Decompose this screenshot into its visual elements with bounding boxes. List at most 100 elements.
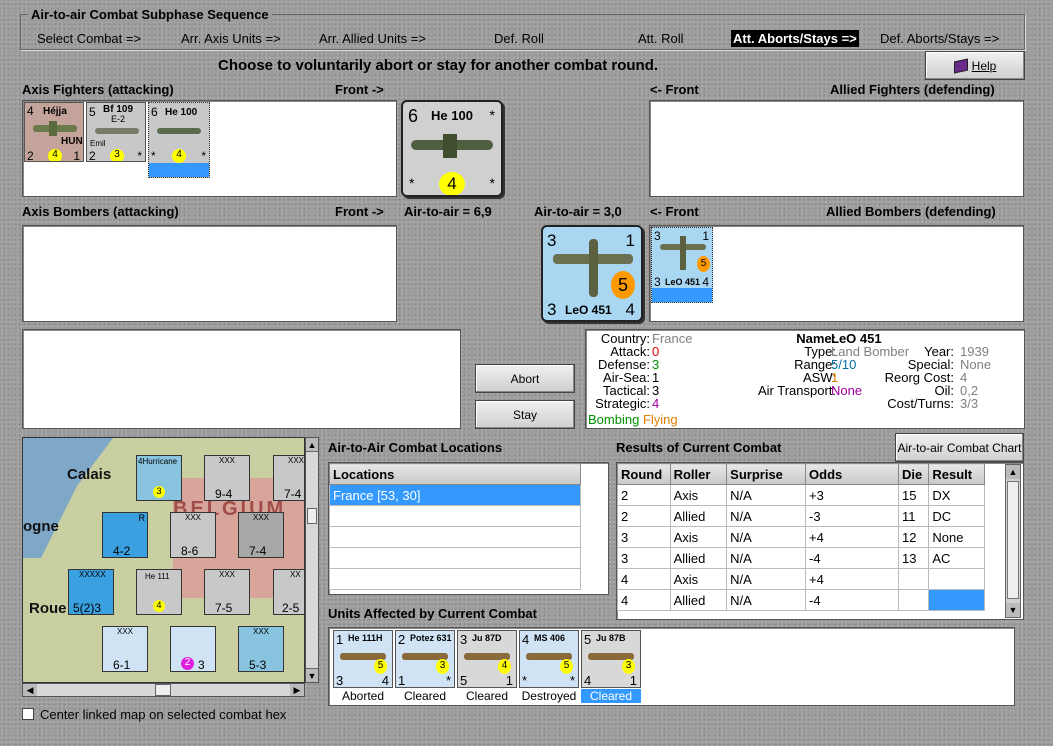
scroll-up-icon[interactable]: ▲: [1006, 465, 1020, 479]
map-unit-top: XXX: [219, 456, 236, 465]
map-unit-10[interactable]: XXX 6-1: [102, 626, 148, 672]
map-label-roue: Roue: [29, 600, 67, 617]
table-row[interactable]: 4 Axis N/A +4: [617, 568, 985, 590]
stay-button[interactable]: Stay: [475, 400, 575, 429]
air-combat-chart-button[interactable]: Air-to-air Combat Chart: [895, 433, 1024, 462]
map-unit-4[interactable]: XXX 8-6: [170, 512, 216, 558]
affected-unit-card[interactable]: 3 Ju 87D 4 5 1 Cleared: [457, 630, 517, 704]
affected-unit-card[interactable]: 4 MS 406 5 * * Destroyed: [519, 630, 579, 704]
locations-list[interactable]: Locations France [53, 30]: [328, 462, 609, 595]
map-hscrollbar[interactable]: ◀ ▶: [22, 683, 305, 697]
table-row[interactable]: 3 Axis N/A +4 12 None: [617, 526, 985, 548]
scroll-thumb[interactable]: [307, 508, 317, 524]
axis-fighters-panel[interactable]: 4 Héjja HUN 2 1 4 5 Bf 109 E-2 Emil 2 * …: [22, 100, 397, 197]
unit-circle: 4: [498, 659, 511, 674]
unit-br: 4: [625, 300, 635, 319]
map-unit-9[interactable]: XX 2-5: [273, 569, 304, 615]
table-row[interactable]: 3 Allied N/A -4 13 AC: [617, 547, 985, 569]
affected-units-panel[interactable]: 1 He 111H 5 3 4 Aborted 2 Potez 631 3 1 * Cleared 3 J…: [328, 627, 1015, 706]
map-unit-6[interactable]: XXXXX 5(2)3: [68, 569, 114, 615]
scroll-up-icon[interactable]: ▲: [306, 438, 318, 452]
location-row[interactable]: [329, 526, 581, 548]
affected-unit-card[interactable]: 1 He 111H 5 3 4 Aborted: [333, 630, 393, 704]
axis-bombers-label: Axis Bombers (attacking): [22, 204, 179, 219]
cell-result: DX: [928, 484, 985, 506]
map-unit-value: 8-6: [181, 544, 199, 558]
help-button[interactable]: Help: [925, 51, 1025, 80]
map-unit-11[interactable]: 2 3: [170, 626, 216, 672]
location-row[interactable]: [329, 505, 581, 527]
cell-result: [928, 589, 985, 611]
fuselage-icon: [680, 236, 686, 270]
allied-bombers-panel[interactable]: 3 1 5 3 LeO 451 4: [649, 225, 1024, 322]
cell-die: [898, 568, 930, 590]
affected-unit-counter[interactable]: 2 Potez 631 3 1 *: [395, 630, 455, 688]
map-unit-1[interactable]: XXX 9-4: [204, 455, 250, 501]
unit-leo451-small[interactable]: 3 1 5 3 LeO 451 4: [651, 227, 713, 303]
map-unit-top: XXX: [219, 570, 236, 579]
map-unit-8[interactable]: XXX 7-5: [204, 569, 250, 615]
table-row[interactable]: 2 Axis N/A +3 15 DX: [617, 484, 985, 506]
unit-circle: 4: [48, 149, 62, 161]
scroll-thumb[interactable]: [155, 684, 171, 696]
help-label: Help: [971, 58, 997, 73]
cell-round: 4: [617, 568, 671, 590]
selected-allied-unit[interactable]: 3 1 5 3 LeO 451 4: [541, 225, 643, 322]
cost-value: 3/3: [960, 396, 979, 411]
strategic-value: 4: [652, 396, 660, 411]
map-label-ogne: ogne: [23, 518, 59, 535]
allied-fighters-panel[interactable]: [649, 100, 1024, 197]
affected-unit-counter[interactable]: 5 Ju 87B 3 4 1: [581, 630, 641, 688]
affected-unit-card[interactable]: 5 Ju 87B 3 4 1 Cleared: [581, 630, 641, 704]
transport-label: Air Transport:: [757, 383, 836, 398]
map-unit-3[interactable]: R 4-2: [102, 512, 148, 558]
affected-unit-counter[interactable]: 1 He 111H 5 3 4: [333, 630, 393, 688]
cell-die: [898, 589, 930, 611]
cell-surprise: N/A: [726, 526, 807, 548]
map-unit-top: XXX: [185, 513, 202, 522]
affected-unit-counter[interactable]: 4 MS 406 5 * *: [519, 630, 579, 688]
results-vscrollbar[interactable]: ▲ ▼: [1005, 464, 1021, 618]
affected-unit-status: Aborted: [341, 689, 385, 703]
scroll-down-icon[interactable]: ▼: [1006, 603, 1020, 617]
scroll-down-icon[interactable]: ▼: [306, 668, 318, 682]
affected-unit-card[interactable]: 2 Potez 631 3 1 * Cleared: [395, 630, 455, 704]
map-vscrollbar[interactable]: ▲ ▼: [305, 437, 319, 683]
results-table[interactable]: Round Roller Surprise Odds Die Result 2A…: [616, 462, 1024, 620]
locations-title: Air-to-Air Combat Locations: [328, 440, 503, 455]
map-unit-12[interactable]: XXX 5-3: [238, 626, 284, 672]
cell-surprise: N/A: [726, 505, 807, 527]
unit-circle: 3: [622, 659, 635, 674]
location-row[interactable]: France [53, 30]: [329, 484, 581, 506]
unit-tl: 1: [336, 632, 344, 647]
scroll-right-icon[interactable]: ▶: [290, 684, 304, 696]
center-map-checkbox[interactable]: [22, 708, 34, 720]
seq-arr-axis: Arr. Axis Units =>: [181, 31, 281, 46]
linked-map[interactable]: Calais ogne Roue BELGIUM 4Hurricane 3 XX…: [22, 437, 305, 683]
unit-tl: 3: [654, 229, 661, 243]
map-unit-text: 4Hurricane: [138, 457, 178, 466]
affected-unit-status: Destroyed: [521, 689, 577, 703]
abort-button[interactable]: Abort: [475, 364, 575, 393]
unit-hejja[interactable]: 4 Héjja HUN 2 1 4: [24, 102, 84, 162]
scroll-thumb[interactable]: [1007, 481, 1019, 599]
map-unit-2[interactable]: XXX 7-4: [273, 455, 304, 501]
table-row[interactable]: 4 Allied N/A -4: [617, 589, 985, 611]
cell-surprise: N/A: [726, 547, 807, 569]
col-round: Round: [617, 463, 671, 485]
axis-bombers-panel[interactable]: [22, 225, 397, 322]
map-unit-5[interactable]: XXX 7-4: [238, 512, 284, 558]
location-row[interactable]: [329, 568, 581, 590]
table-row[interactable]: 2 Allied N/A -3 11 DC: [617, 505, 985, 527]
unit-he100-small[interactable]: 6 He 100 * * 4: [148, 102, 210, 178]
map-unit-value: 5(2)3: [73, 601, 102, 615]
affected-unit-counter[interactable]: 3 Ju 87D 4 5 1: [457, 630, 517, 688]
location-row[interactable]: [329, 547, 581, 569]
unit-bf109[interactable]: 5 Bf 109 E-2 Emil 2 * 3: [86, 102, 146, 162]
selected-axis-unit[interactable]: 6 He 100 * * * 4: [401, 100, 503, 197]
scroll-left-icon[interactable]: ◀: [23, 684, 37, 696]
map-unit-7[interactable]: He 111 4: [136, 569, 182, 615]
map-unit-hurricane[interactable]: 4Hurricane 3: [136, 455, 182, 501]
cell-odds: -4: [805, 589, 900, 611]
affected-unit-status: Cleared: [465, 689, 509, 703]
